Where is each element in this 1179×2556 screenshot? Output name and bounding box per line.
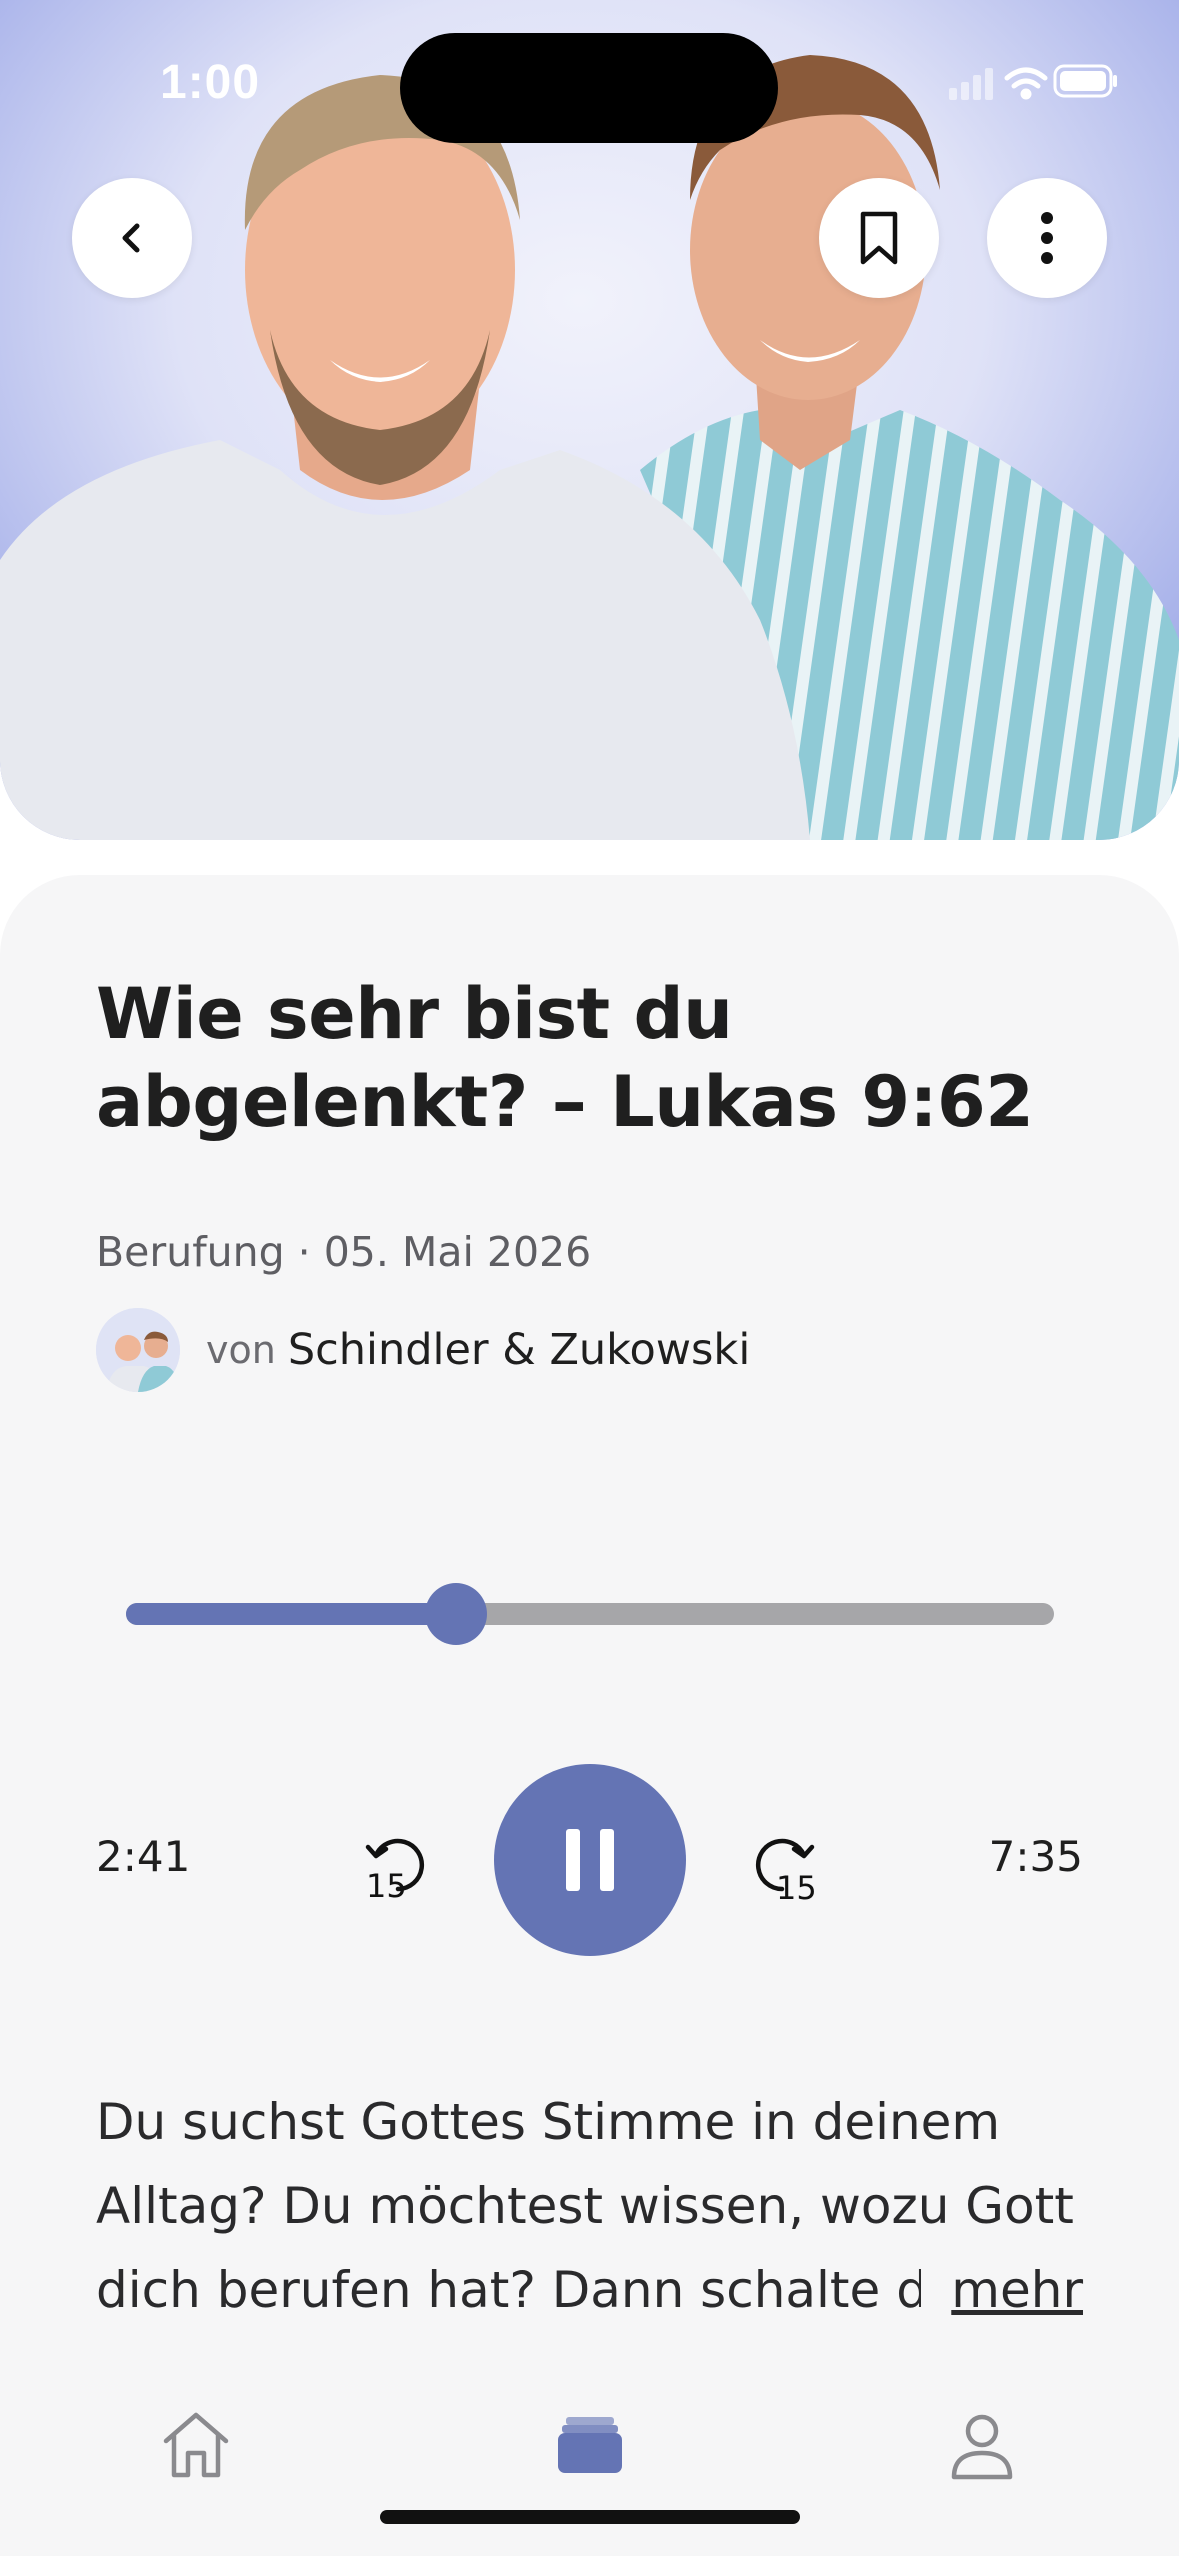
tab-profile[interactable] [937, 2400, 1027, 2490]
status-bar: 1:00 [0, 0, 1179, 170]
tab-library[interactable] [545, 2400, 635, 2490]
vertical-ellipsis-icon [1041, 212, 1053, 264]
chevron-left-icon [122, 223, 140, 253]
skip-back-seconds: 15 [366, 1867, 407, 1905]
battery-icon [1053, 64, 1117, 98]
progress-thumb[interactable] [425, 1583, 488, 1645]
tab-bar [0, 2380, 1179, 2556]
author-name[interactable]: Schindler & Zukowski [288, 1325, 750, 1375]
author-row[interactable]: von Schindler & Zukowski [96, 1308, 750, 1392]
status-icons [949, 60, 1119, 108]
skip-back-button[interactable]: 15 [358, 1825, 438, 1905]
author-prefix: von [206, 1328, 276, 1372]
signal-icon [949, 68, 993, 100]
home-icon [163, 2412, 229, 2478]
tab-home[interactable] [151, 2400, 241, 2490]
pause-icon [566, 1829, 614, 1891]
bookmark-button[interactable] [819, 178, 939, 298]
progress-slider[interactable] [126, 1583, 1054, 1645]
dynamic-island [400, 33, 778, 143]
back-button[interactable] [72, 178, 192, 298]
total-time: 7:35 [988, 1832, 1083, 1881]
avatar [96, 1308, 180, 1392]
more-options-button[interactable] [987, 178, 1107, 298]
bookmark-icon [860, 211, 898, 265]
pause-button[interactable] [494, 1764, 686, 1956]
home-indicator [380, 2510, 800, 2524]
rewind-15-icon: 15 [365, 1838, 424, 1905]
status-time: 1:00 [160, 56, 261, 109]
person-icon [951, 2414, 1013, 2480]
stack-icon [558, 2417, 622, 2473]
episode-meta: Berufung · 05. Mai 2026 [96, 1228, 592, 1276]
forward-15-icon: 15 [756, 1838, 817, 1907]
wifi-icon [1004, 67, 1048, 100]
episode-title: Wie sehr bist du abgelenkt? – Lukas 9:62 [96, 973, 1034, 1143]
elapsed-time: 2:41 [96, 1832, 191, 1881]
more-link[interactable]: mehr [921, 2248, 1083, 2332]
progress-fill [126, 1603, 457, 1625]
skip-forward-button[interactable]: 15 [742, 1825, 822, 1907]
skip-forward-seconds: 15 [776, 1869, 817, 1905]
